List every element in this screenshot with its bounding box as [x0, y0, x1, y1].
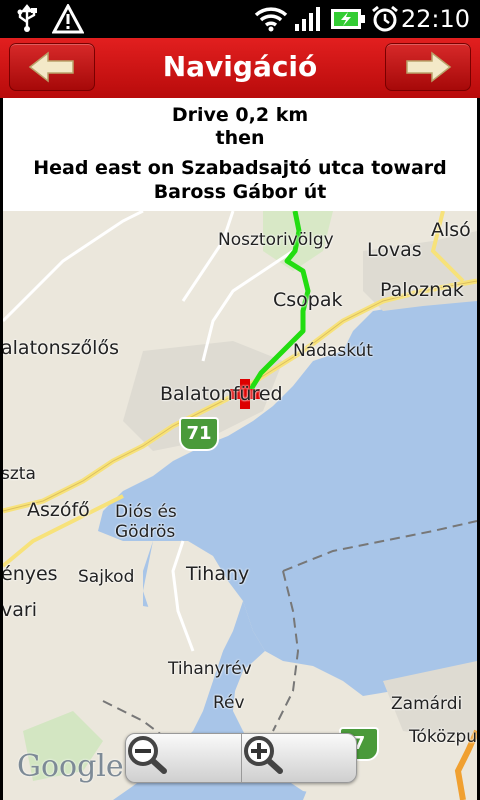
map-label: Aszófő: [27, 499, 90, 521]
zoom-in-icon: [244, 736, 283, 774]
distance-text: Drive 0,2 km then: [171, 104, 309, 149]
status-bar: 22:10: [0, 0, 480, 38]
map-label: Zamárdi: [391, 694, 463, 714]
arrow-right-icon: [406, 51, 452, 83]
map-label: szta: [3, 464, 36, 484]
zoom-out-button[interactable]: [126, 734, 242, 782]
alarm-icon: [370, 4, 400, 38]
zoom-in-button[interactable]: [242, 734, 357, 782]
map-label: Diós és: [115, 502, 177, 522]
map-label: Nádaskút: [293, 341, 373, 361]
forward-button[interactable]: [385, 43, 471, 91]
warning-icon: [51, 2, 85, 38]
map-label: Tihanyrév: [168, 659, 252, 679]
instruction-panel: Drive 0,2 km then Head east on Szabadsaj…: [3, 98, 477, 211]
title-bar: Navigáció: [0, 38, 480, 98]
map-view[interactable]: Nosztorivölgy Alsó Lovas Csopak Paloznak…: [3, 211, 477, 800]
map-label: Paloznak: [380, 279, 464, 301]
map-label: Nosztorivölgy: [218, 230, 334, 250]
clock: 22:10: [400, 5, 470, 33]
zoom-controls: [125, 733, 357, 783]
map-label: Lovas: [367, 239, 422, 261]
map-label: Rév: [213, 693, 245, 713]
map-label: Alsó: [431, 219, 471, 241]
wifi-icon: [254, 6, 288, 36]
map-label: Tihany: [186, 563, 250, 585]
map-label: Balatonfüred: [160, 383, 283, 405]
road-shield: 71: [179, 417, 219, 451]
direction-text: Head east on Szabadsajtó utca toward Bar…: [33, 157, 447, 203]
map-label: ényes: [3, 563, 58, 585]
map-label: Tóközpu: [409, 727, 477, 747]
battery-charging-icon: [330, 7, 366, 35]
map-label: vari: [3, 599, 37, 621]
map-label: Gödrös: [115, 522, 176, 542]
map-label: Csopak: [273, 289, 343, 311]
google-logo: Google: [17, 749, 124, 784]
map-label: Sajkod: [78, 567, 135, 587]
map-label: alatonszőlős: [3, 337, 119, 359]
zoom-out-icon: [128, 736, 167, 774]
signal-icon: [294, 6, 322, 36]
usb-icon: [14, 4, 40, 38]
